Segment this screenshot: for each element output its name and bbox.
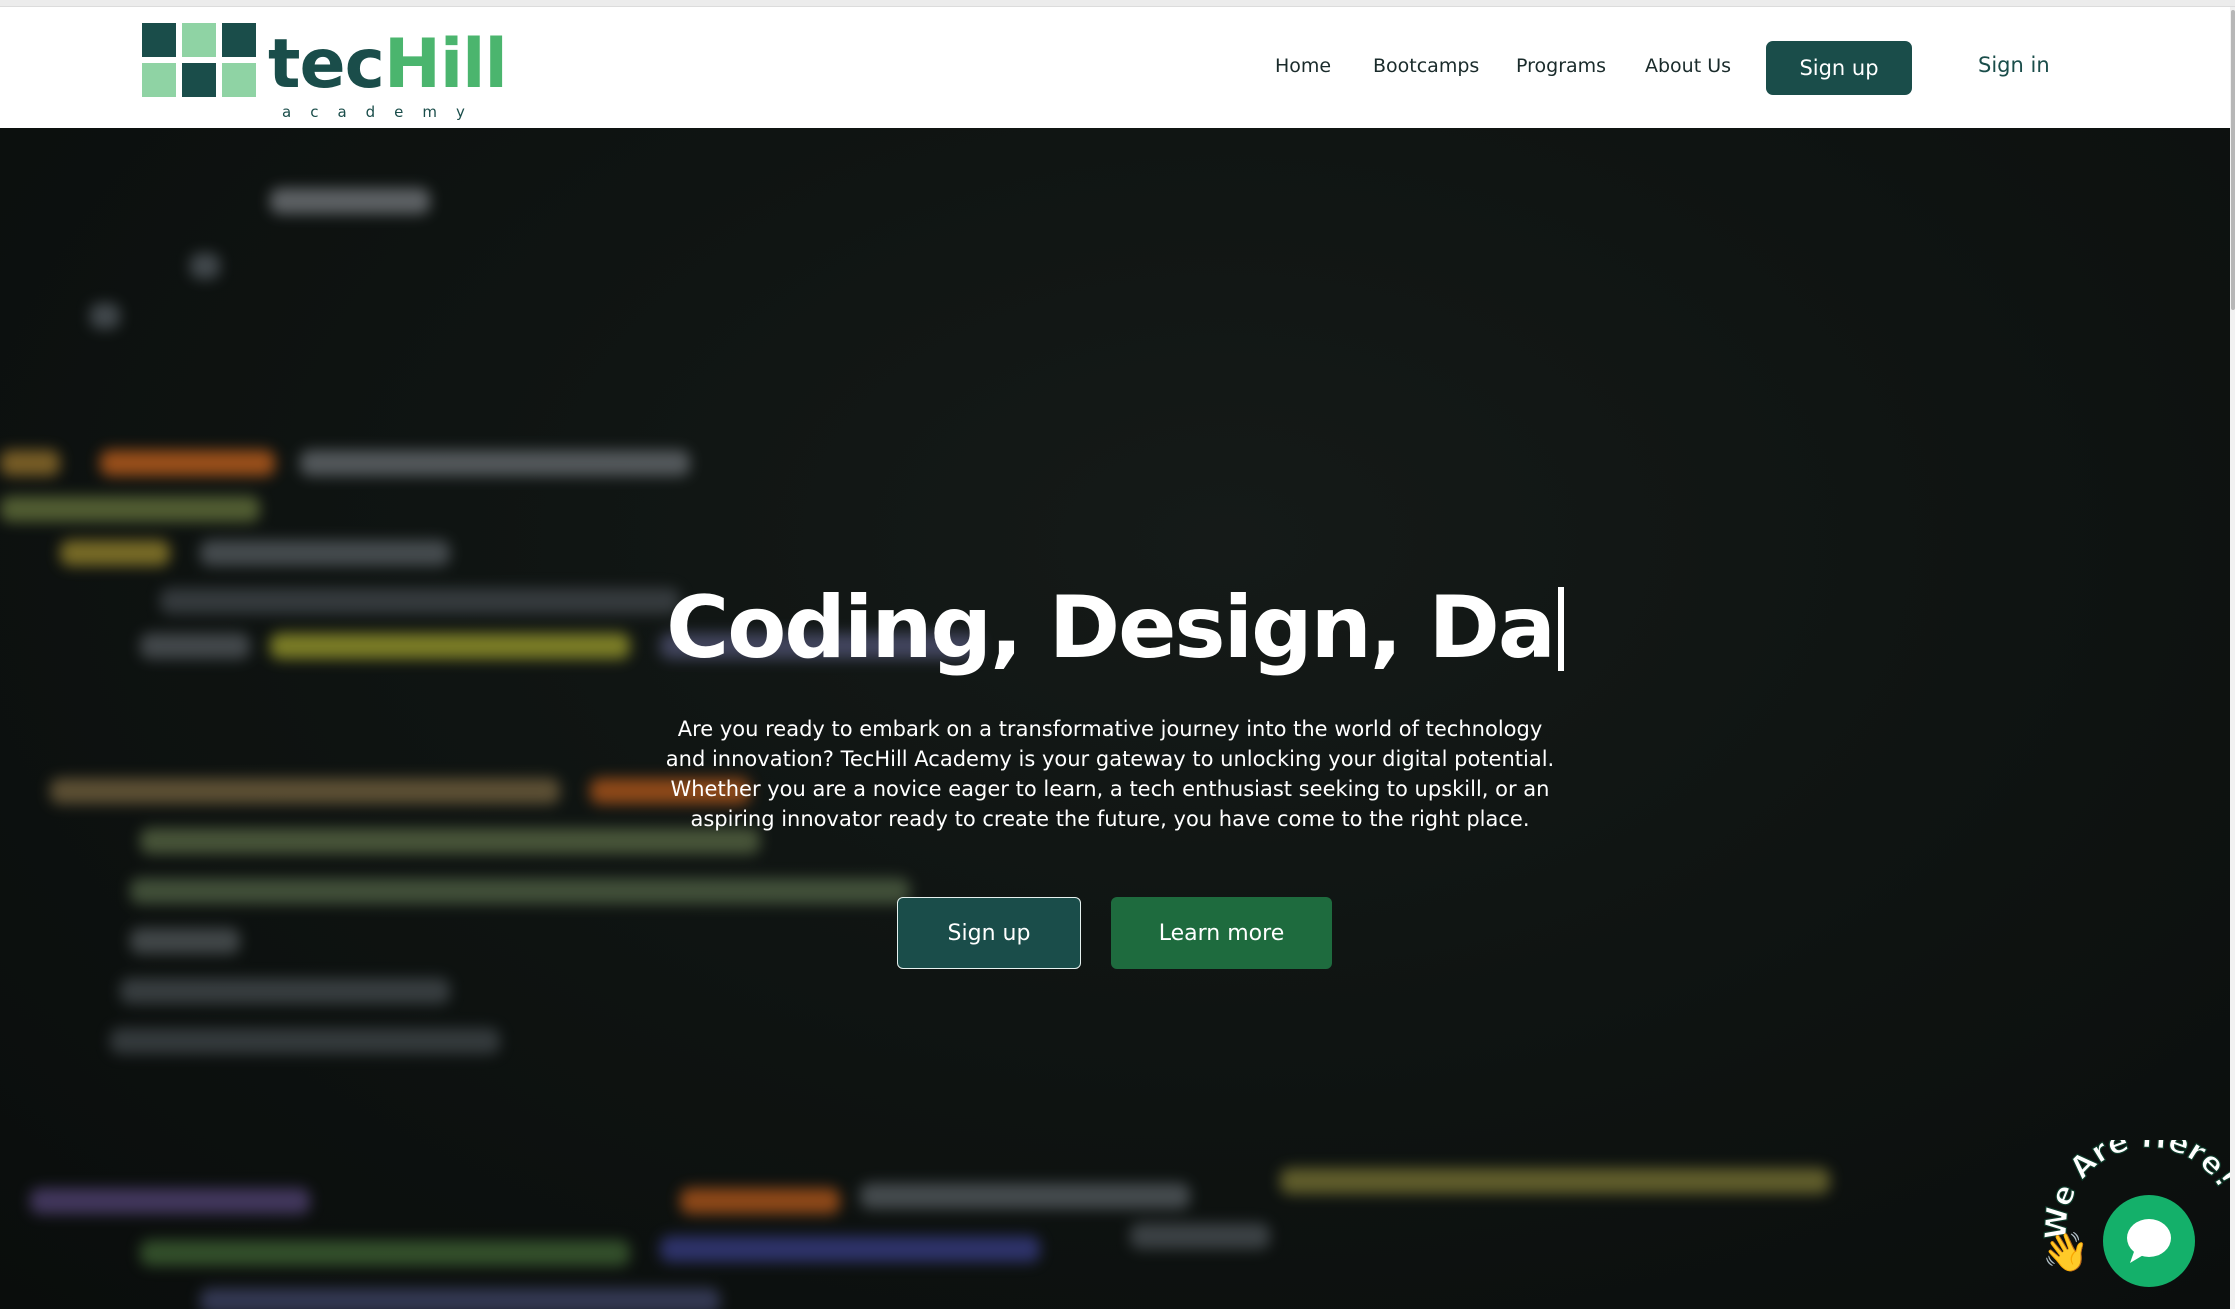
typing-caret — [1557, 587, 1564, 671]
page: tecHill academy Home Bootcamps Programs … — [0, 0, 2235, 1309]
nav-bootcamps[interactable]: Bootcamps — [1373, 55, 1479, 77]
header-signup-button[interactable]: Sign up — [1766, 41, 1912, 95]
waving-hand-icon: 👋 — [2042, 1230, 2090, 1274]
hero-learn-more-button[interactable]: Learn more — [1111, 897, 1332, 969]
header-signin-link[interactable]: Sign in — [1978, 53, 2050, 77]
nav-programs[interactable]: Programs — [1516, 55, 1606, 77]
site-header: tecHill academy Home Bootcamps Programs … — [0, 7, 2230, 128]
chat-widget[interactable]: We Are Here! 👋 — [2040, 1140, 2230, 1305]
nav-about-us[interactable]: About Us — [1645, 55, 1731, 77]
main-nav: Home Bootcamps Programs About Us Sign up… — [0, 7, 2230, 128]
nav-home[interactable]: Home — [1275, 55, 1331, 77]
hero-description: Are you ready to embark on a transformat… — [665, 717, 1555, 831]
chat-bubble-icon[interactable] — [2103, 1195, 2195, 1287]
browser-top-edge — [0, 0, 2235, 7]
hero-signup-button[interactable]: Sign up — [897, 897, 1081, 969]
scrollbar-thumb[interactable] — [2231, 10, 2235, 310]
hero-title: Coding, Design, Da — [0, 578, 2230, 678]
hero-section: Coding, Design, Da Are you ready to emba… — [0, 128, 2230, 1309]
